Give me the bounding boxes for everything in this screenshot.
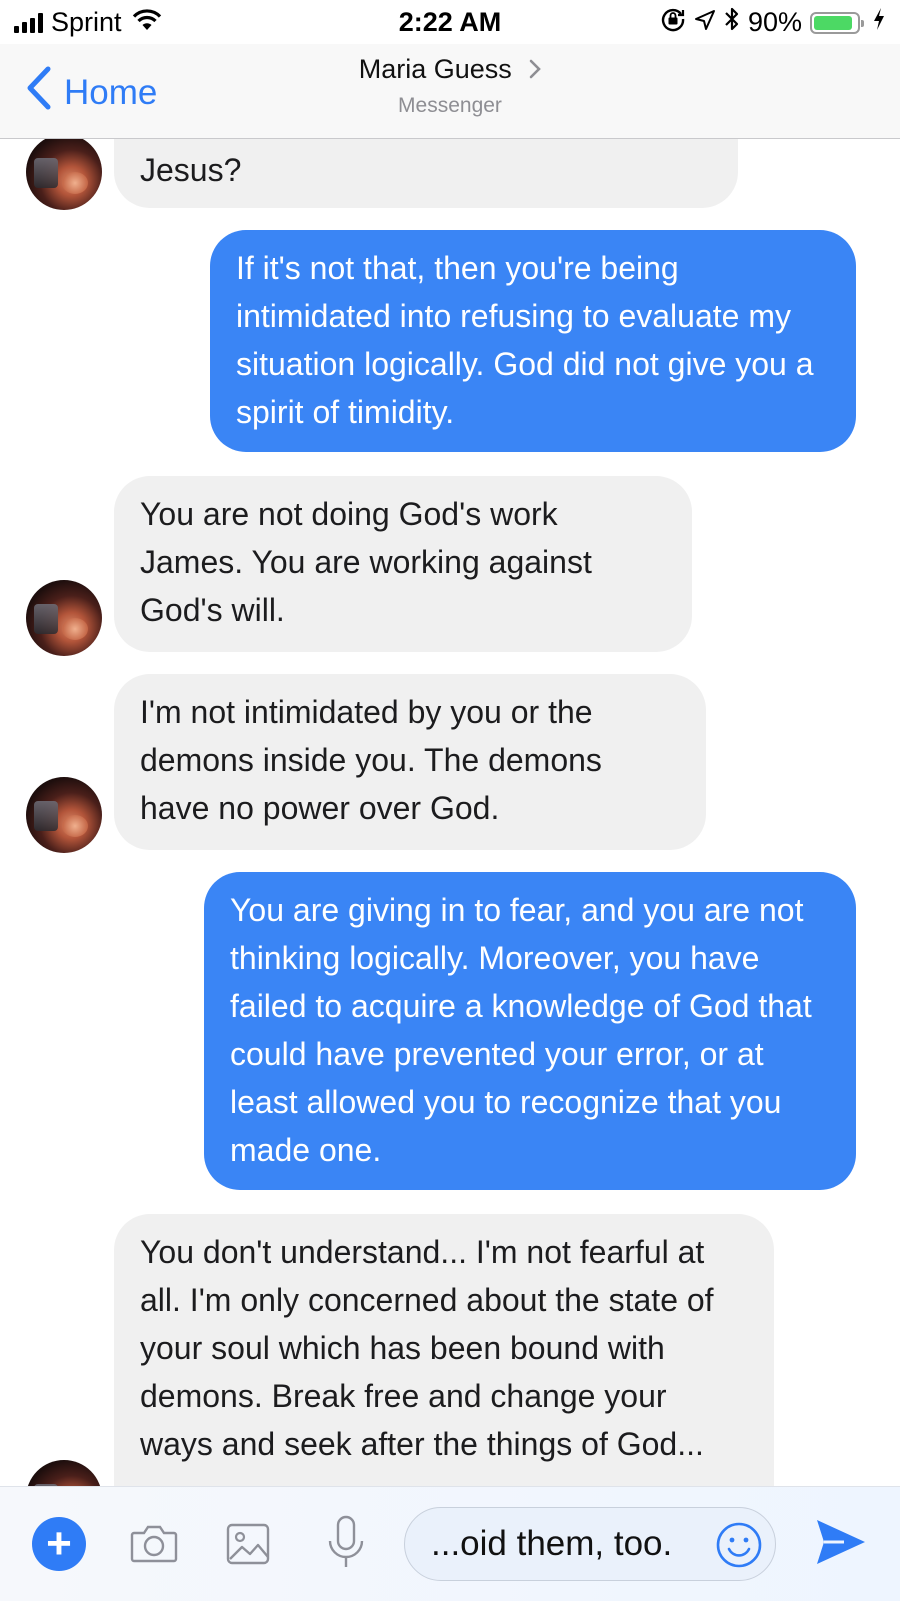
- camera-icon[interactable]: [128, 1517, 180, 1574]
- message-bubble-incoming[interactable]: Jesus?: [114, 138, 738, 208]
- plus-button[interactable]: +: [32, 1517, 86, 1571]
- message-bubble-incoming[interactable]: You are not doing God's work James. You …: [114, 476, 692, 652]
- contact-avatar[interactable]: [26, 138, 102, 210]
- lock-rotation-icon: [660, 6, 686, 39]
- contact-avatar[interactable]: [26, 1460, 102, 1486]
- message-text: You don't understand... I'm not fearful …: [140, 1234, 714, 1462]
- battery-icon: [810, 11, 864, 34]
- plus-icon: +: [46, 1519, 72, 1568]
- message-text: If it's not that, then you're being inti…: [236, 250, 814, 430]
- image-icon[interactable]: [224, 1517, 272, 1574]
- battery-percent: 90%: [747, 7, 802, 37]
- contact-name-row: Maria Guess: [0, 54, 900, 86]
- message-input[interactable]: ...oid them, too.: [404, 1507, 776, 1581]
- bluetooth-icon: [724, 6, 740, 39]
- message-thread[interactable]: Jesus? If it's not that, then you're bei…: [0, 138, 900, 1486]
- message-bubble-incoming[interactable]: You don't understand... I'm not fearful …: [114, 1214, 774, 1486]
- message-text: You are not doing God's work James. You …: [140, 496, 592, 628]
- message-text: You are giving in to fear, and you are n…: [230, 892, 812, 1168]
- message-text: Jesus?: [140, 152, 242, 188]
- message-text: I'm not intimidated by you or the demons…: [140, 694, 602, 826]
- message-input-value: ...oid them, too.: [431, 1524, 673, 1563]
- contact-subtitle: Messenger: [398, 94, 502, 118]
- battery-level-fill: [814, 15, 852, 30]
- composer-bar: + ...oid them, too.: [0, 1486, 900, 1601]
- emoji-icon[interactable]: [715, 1521, 763, 1574]
- location-icon: [694, 7, 716, 38]
- contact-avatar[interactable]: [26, 580, 102, 656]
- send-icon: [814, 1520, 868, 1571]
- microphone-icon[interactable]: [322, 1513, 370, 1578]
- status-bar: Sprint 2:22 AM 90%: [0, 0, 900, 44]
- message-bubble-outgoing[interactable]: You are giving in to fear, and you are n…: [204, 872, 856, 1190]
- message-bubble-incoming[interactable]: I'm not intimidated by you or the demons…: [114, 674, 706, 850]
- message-bubble-outgoing[interactable]: If it's not that, then you're being inti…: [210, 230, 856, 452]
- send-button[interactable]: [814, 1517, 868, 1572]
- contact-name: Maria Guess: [358, 54, 512, 84]
- contact-avatar[interactable]: [26, 777, 102, 853]
- conversation-header: Home Maria Guess Messenger: [0, 44, 900, 139]
- status-right: 90%: [660, 6, 886, 39]
- chevron-right-icon: [529, 55, 542, 86]
- charging-icon: [872, 7, 886, 38]
- contact-title[interactable]: Maria Guess Messenger: [0, 54, 900, 118]
